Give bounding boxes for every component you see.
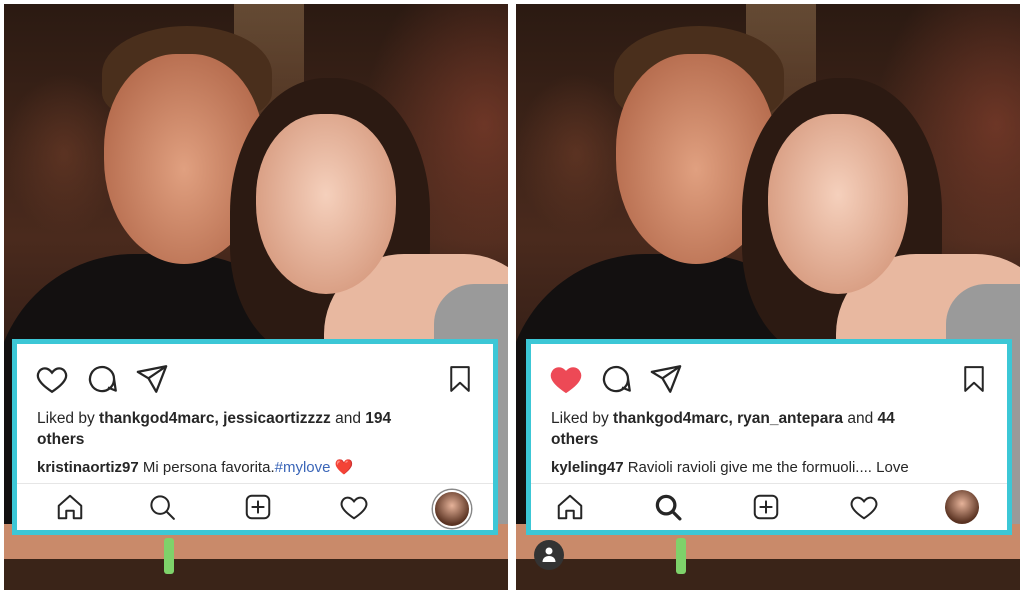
caption-hashtag[interactable]: #mylove [275,459,331,476]
profile-avatar[interactable] [433,490,471,528]
add-post-icon[interactable] [243,492,273,522]
comment-icon[interactable] [85,362,119,396]
caption-text: Mi persona favorita. [138,459,275,476]
search-icon[interactable] [147,492,177,522]
liked-users[interactable]: thankgod4marc, ryan_antepara [613,410,843,427]
profile-avatar[interactable] [945,490,979,524]
wristband [676,538,686,574]
woman-face [256,114,396,294]
likes-others[interactable]: others [551,431,598,448]
caption-username[interactable]: kyleling47 [551,459,624,476]
bookmark-icon[interactable] [445,362,475,396]
likes-and: and [843,410,878,427]
add-post-icon[interactable] [751,492,781,522]
post-actions [35,362,475,396]
likes-prefix: Liked by [551,410,614,427]
caption-username[interactable]: kristinaortiz97 [37,459,139,476]
search-icon[interactable] [653,492,683,522]
home-icon[interactable] [555,492,585,522]
heart-icon[interactable] [35,362,69,396]
caption-text: Ravioli ravioli give me the formuoli....… [623,459,909,476]
likes-count[interactable]: 194 [365,410,391,427]
likes-text: Liked by thankgod4marc, ryan_antepara an… [551,408,991,450]
share-icon[interactable] [135,362,169,396]
liked-heart-icon[interactable] [549,362,583,396]
likes-text: Liked by thankgod4marc, jessicaortizzzz … [37,408,477,450]
home-icon[interactable] [55,492,85,522]
table [4,559,508,590]
bottom-nav [17,484,493,530]
activity-heart-icon[interactable] [339,492,369,522]
table [516,559,1020,590]
likes-others[interactable]: others [37,431,84,448]
liked-users[interactable]: thankgod4marc, jessicaortizzzz [99,410,331,427]
heart-emoji: ❤️ [330,459,354,476]
activity-heart-icon[interactable] [849,492,879,522]
post-actions [549,362,989,396]
post-caption: kristinaortiz97 Mi persona favorita.#myl… [37,458,477,478]
comment-icon[interactable] [599,362,633,396]
wristband [164,538,174,574]
likes-and: and [330,410,366,427]
woman-face [768,114,908,294]
person-icon [542,547,556,562]
post-caption: kyleling47 Ravioli ravioli give me the f… [551,458,991,478]
left-post-card: Liked by thankgod4marc, jessicaortizzzz … [12,339,498,535]
likes-prefix: Liked by [37,410,100,427]
bookmark-icon[interactable] [959,362,989,396]
bottom-nav [531,484,1007,530]
share-icon[interactable] [649,362,683,396]
user-tag-badge[interactable] [534,540,564,570]
likes-count[interactable]: 44 [878,410,895,427]
right-post-card: Liked by thankgod4marc, ryan_antepara an… [526,339,1012,535]
